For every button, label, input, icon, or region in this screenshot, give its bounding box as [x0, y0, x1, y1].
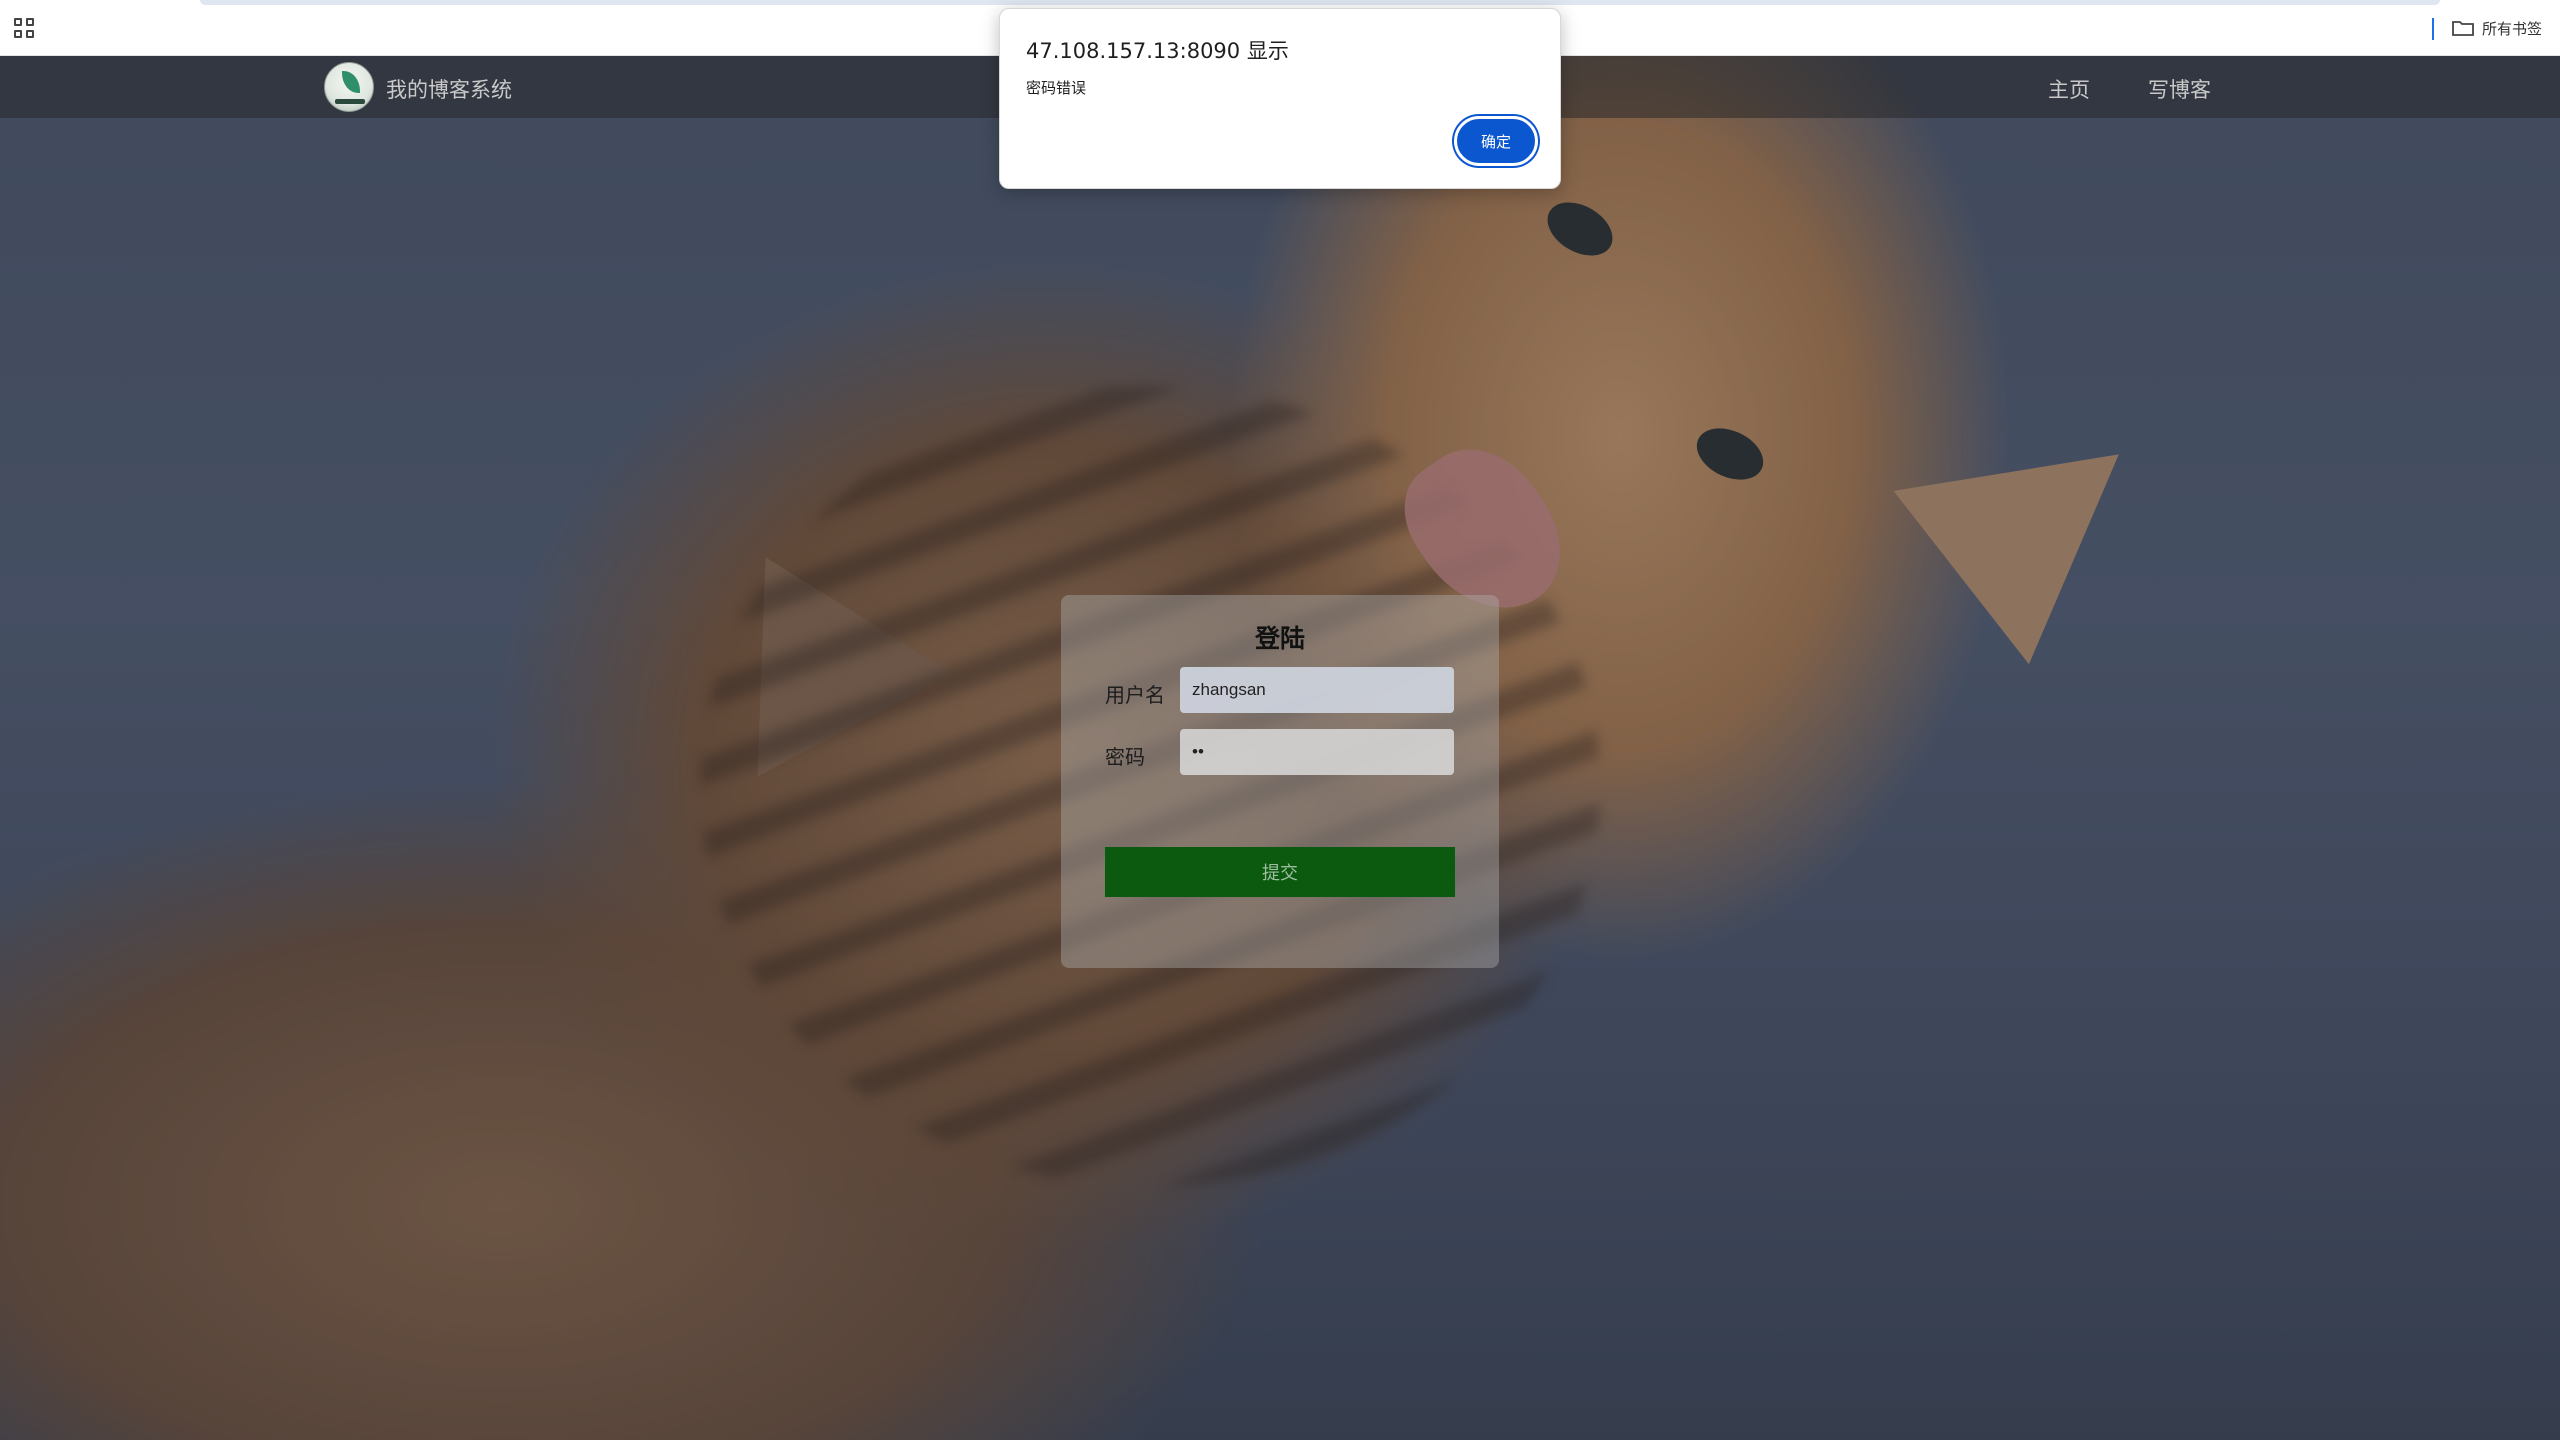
submit-button[interactable]: 提交 [1105, 847, 1455, 897]
folder-icon [2452, 20, 2474, 36]
username-input[interactable] [1180, 667, 1454, 713]
tab-strip-edge [200, 0, 2440, 5]
alert-message: 密码错误 [1026, 79, 1087, 97]
site-logo [324, 62, 374, 112]
page-viewport: 我的博客系统 主页 写博客 登陆 用户名 密码 提交 [0, 56, 2560, 1440]
alert-title: 47.108.157.13:8090 显示 [1026, 39, 1289, 63]
leaf-icon [342, 71, 360, 93]
alert-dialog: 47.108.157.13:8090 显示 密码错误 确定 [999, 8, 1561, 189]
login-panel: 登陆 用户名 密码 提交 [1061, 595, 1499, 968]
apps-grid-icon[interactable] [14, 18, 34, 38]
login-title: 登陆 [1254, 624, 1305, 653]
site-title: 我的博客系统 [386, 78, 512, 102]
all-bookmarks-label: 所有书签 [2482, 19, 2543, 38]
password-label: 密码 [1105, 745, 1145, 769]
all-bookmarks-button[interactable]: 所有书签 [2452, 16, 2542, 40]
nav-link-home[interactable]: 主页 [2048, 74, 2090, 104]
bookmarks-divider [2432, 18, 2434, 40]
alert-ok-button[interactable]: 确定 [1454, 116, 1538, 166]
password-input[interactable] [1180, 729, 1454, 775]
nav-link-write-blog[interactable]: 写博客 [2148, 74, 2211, 104]
logo-text-bar [335, 99, 365, 104]
username-label: 用户名 [1105, 683, 1165, 707]
